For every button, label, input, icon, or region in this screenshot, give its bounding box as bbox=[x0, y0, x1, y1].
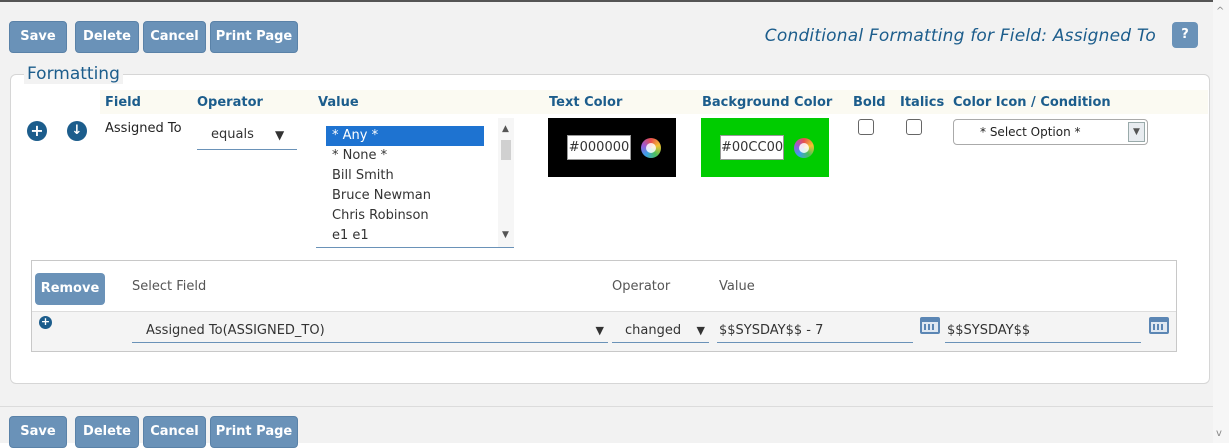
save-button[interactable]: Save bbox=[9, 21, 67, 53]
header-condition-value: Value bbox=[719, 279, 755, 294]
bottom-toolbar: Save Delete Cancel Print Page bbox=[0, 406, 1213, 448]
delete-button[interactable]: Delete bbox=[75, 416, 139, 448]
text-color-input[interactable]: #000000 bbox=[567, 135, 631, 160]
scroll-down-icon[interactable]: v bbox=[1216, 428, 1222, 439]
calendar-icon[interactable] bbox=[920, 317, 940, 334]
header-field: Field bbox=[105, 95, 141, 110]
chevron-down-icon[interactable]: ▼ bbox=[1128, 122, 1145, 142]
help-button[interactable]: ? bbox=[1172, 22, 1198, 48]
move-down-icon[interactable]: ↓ bbox=[67, 121, 87, 141]
header-bold: Bold bbox=[853, 95, 886, 110]
list-item[interactable]: Bruce Newman bbox=[326, 186, 496, 206]
chevron-down-icon: ▼ bbox=[275, 128, 285, 142]
condition-field-select[interactable]: Assigned To(ASSIGNED_TO) ▼ bbox=[132, 319, 608, 343]
add-condition-icon[interactable]: + bbox=[39, 316, 52, 329]
scroll-up-icon[interactable]: ^ bbox=[1216, 6, 1224, 17]
field-name: Assigned To bbox=[105, 121, 182, 136]
color-picker-icon[interactable] bbox=[794, 138, 814, 158]
add-row-icon[interactable]: + bbox=[27, 121, 47, 141]
cancel-button[interactable]: Cancel bbox=[143, 21, 206, 53]
header-value: Value bbox=[318, 95, 359, 110]
top-toolbar: Save Delete Cancel Print Page Conditiona… bbox=[0, 2, 1213, 54]
header-color-icon: Color Icon / Condition bbox=[953, 95, 1111, 110]
value-options: * Any * * None * Bill Smith Bruce Newman… bbox=[326, 126, 496, 246]
remove-button[interactable]: Remove bbox=[35, 273, 105, 305]
condition-panel: Remove Select Field Operator Value + Ass… bbox=[31, 260, 1177, 352]
scroll-up-icon[interactable]: ▲ bbox=[502, 124, 509, 134]
italics-checkbox[interactable] bbox=[906, 119, 922, 135]
header-select-field: Select Field bbox=[132, 279, 207, 294]
condition-header: Remove Select Field Operator Value bbox=[32, 261, 1176, 311]
list-item[interactable]: * None * bbox=[326, 146, 496, 166]
print-page-button[interactable]: Print Page bbox=[210, 21, 298, 53]
calendar-icon[interactable] bbox=[1149, 317, 1169, 334]
operator-value: equals bbox=[211, 127, 254, 142]
background-color-input[interactable]: #00CC00 bbox=[720, 135, 784, 160]
header-text-color: Text Color bbox=[549, 95, 623, 110]
chevron-down-icon: ▼ bbox=[595, 324, 604, 337]
operator-select[interactable]: equals ▼ bbox=[197, 120, 297, 150]
value-from-input[interactable]: $$SYSDAY$$ - 7 bbox=[717, 319, 913, 343]
list-item[interactable]: Chris Robinson bbox=[326, 206, 496, 226]
listbox-scrollbar[interactable]: ▲ ▼ bbox=[498, 118, 514, 247]
color-icon-select[interactable]: * Select Option * ▼ bbox=[953, 119, 1148, 145]
save-button[interactable]: Save bbox=[9, 416, 67, 448]
delete-button[interactable]: Delete bbox=[75, 21, 139, 53]
header-background-color: Background Color bbox=[702, 95, 833, 110]
header-italics: Italics bbox=[900, 95, 945, 110]
list-item[interactable]: * Any * bbox=[326, 126, 484, 146]
scroll-down-icon[interactable]: ▼ bbox=[502, 230, 509, 240]
background-color-swatch: #00CC00 bbox=[701, 118, 829, 177]
list-item[interactable]: Bill Smith bbox=[326, 166, 496, 186]
list-item[interactable]: e1 e1 bbox=[326, 226, 496, 246]
page-scrollbar[interactable]: ^ v bbox=[1213, 0, 1229, 443]
condition-operator-value: changed bbox=[625, 323, 682, 338]
print-page-button[interactable]: Print Page bbox=[210, 416, 298, 448]
formatting-legend: Formatting bbox=[24, 64, 123, 84]
scroll-thumb[interactable] bbox=[501, 140, 511, 160]
text-color-swatch: #000000 bbox=[548, 118, 676, 177]
cancel-button[interactable]: Cancel bbox=[143, 416, 206, 448]
chevron-down-icon: ▼ bbox=[696, 324, 705, 337]
color-icon-selected: * Select Option * bbox=[980, 125, 1081, 139]
header-condition-operator: Operator bbox=[612, 279, 671, 294]
page-title: Conditional Formatting for Field: Assign… bbox=[764, 26, 1156, 46]
condition-field-value: Assigned To(ASSIGNED_TO) bbox=[146, 323, 325, 338]
value-to-input[interactable]: $$SYSDAY$$ bbox=[945, 319, 1141, 343]
color-picker-icon[interactable] bbox=[641, 138, 661, 158]
condition-row: + Assigned To(ASSIGNED_TO) ▼ changed ▼ $… bbox=[32, 311, 1176, 351]
header-operator: Operator bbox=[197, 95, 263, 110]
value-listbox[interactable]: * Any * * None * Bill Smith Bruce Newman… bbox=[316, 118, 514, 248]
bold-checkbox[interactable] bbox=[858, 119, 874, 135]
condition-operator-select[interactable]: changed ▼ bbox=[612, 319, 709, 343]
